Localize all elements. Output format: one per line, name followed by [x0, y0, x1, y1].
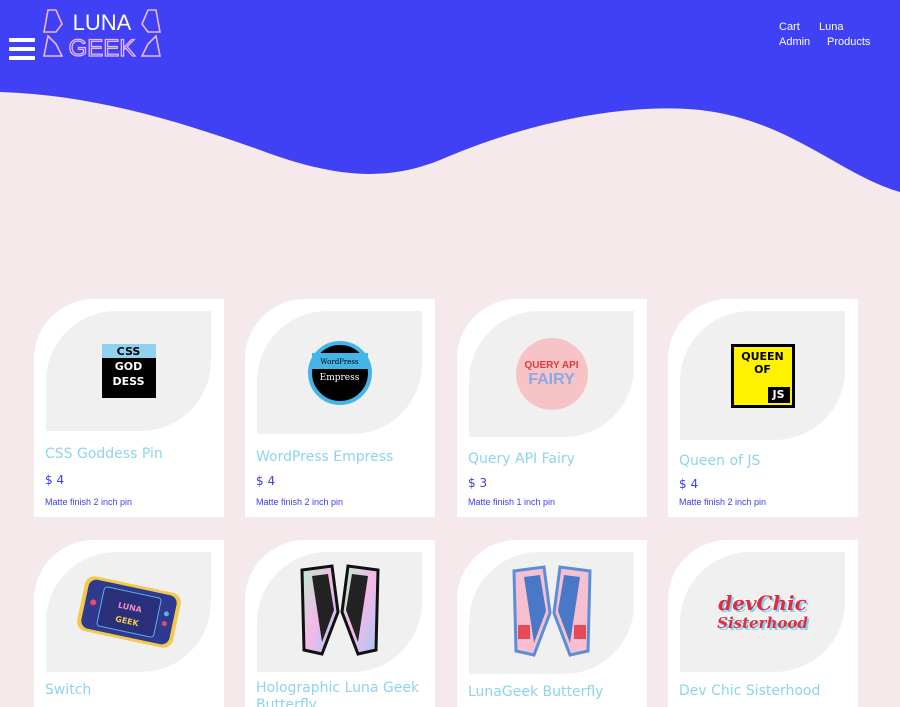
product-description: Matte finish 1 inch pin	[468, 497, 556, 507]
product-image[interactable]: LUNA GEEK	[46, 552, 211, 672]
product-description: Matte finish 2 inch pin	[679, 497, 767, 507]
top-nav: Cart Luna Admin Products	[779, 20, 879, 49]
product-title[interactable]: CSS Goddess Pin	[45, 446, 163, 463]
product-price: $ 4	[256, 474, 276, 488]
nav-products-link[interactable]: Products	[827, 35, 879, 49]
product-card[interactable]: QUERY API FAIRY Query API Fairy $ 3 Matt…	[457, 299, 647, 517]
product-title[interactable]: Query API Fairy	[468, 451, 575, 468]
product-price: $ 4	[679, 477, 699, 491]
product-title[interactable]: Holographic Luna Geek Butterfly	[256, 680, 426, 707]
product-image[interactable]: QUERY API FAIRY	[469, 311, 634, 437]
product-image[interactable]: QUEEN OF JS	[680, 311, 845, 440]
product-card[interactable]: devChic Sisterhood Dev Chic Sisterhood	[668, 540, 858, 707]
query-api-fairy-pin-image: QUERY API FAIRY	[515, 338, 588, 410]
product-description: Matte finish 2 inch pin	[45, 497, 133, 507]
nav-luna-link[interactable]: Luna	[819, 20, 879, 34]
css-goddess-pin-image: CSS GOD DESS	[101, 344, 156, 398]
product-card[interactable]: LUNA GEEK Switch	[34, 540, 224, 707]
product-card[interactable]: QUEEN OF JS Queen of JS $ 4 Matte finish…	[668, 299, 858, 517]
product-title[interactable]: WordPress Empress	[256, 449, 393, 466]
product-image[interactable]	[469, 552, 634, 674]
logo-text-top: LUNA	[73, 10, 132, 35]
menu-icon[interactable]	[9, 38, 35, 60]
product-title[interactable]: Queen of JS	[679, 453, 760, 470]
product-description: Matte finish 2 inch pin	[256, 497, 344, 507]
product-price: $ 3	[468, 476, 488, 490]
product-card[interactable]: LunaGeek Butterfly	[457, 540, 647, 707]
nav-cart-link[interactable]: Cart	[779, 20, 811, 34]
product-title[interactable]: Dev Chic Sisterhood	[679, 683, 820, 700]
queen-of-js-pin-image: QUEEN OF JS	[730, 343, 795, 408]
lunageek-butterfly-image	[511, 565, 592, 657]
product-card[interactable]: WordPress Empress WordPress Empress $ 4 …	[245, 299, 435, 517]
product-image[interactable]: devChic Sisterhood	[680, 552, 845, 672]
product-title[interactable]: LunaGeek Butterfly	[468, 684, 603, 701]
holographic-butterfly-image	[299, 564, 380, 656]
wordpress-empress-pin-image: WordPress Empress	[307, 340, 372, 405]
logo-text-bottom: GEEK	[69, 35, 136, 62]
product-price: $ 4	[45, 473, 65, 487]
product-title[interactable]: Switch	[45, 682, 91, 699]
product-card[interactable]: CSS GOD DESS CSS Goddess Pin $ 4 Matte f…	[34, 299, 224, 517]
product-card[interactable]: Holographic Luna Geek Butterfly	[245, 540, 435, 707]
product-image[interactable]: WordPress Empress	[257, 311, 422, 434]
nav-admin-link[interactable]: Admin	[779, 35, 819, 49]
switch-console-image: LUNA GEEK	[76, 576, 181, 648]
dev-chic-sisterhood-image: devChic Sisterhood	[717, 591, 808, 632]
product-image[interactable]	[257, 552, 422, 672]
luna-geek-logo[interactable]: LUNA GEEK	[42, 6, 162, 62]
product-image[interactable]: CSS GOD DESS	[46, 311, 211, 431]
